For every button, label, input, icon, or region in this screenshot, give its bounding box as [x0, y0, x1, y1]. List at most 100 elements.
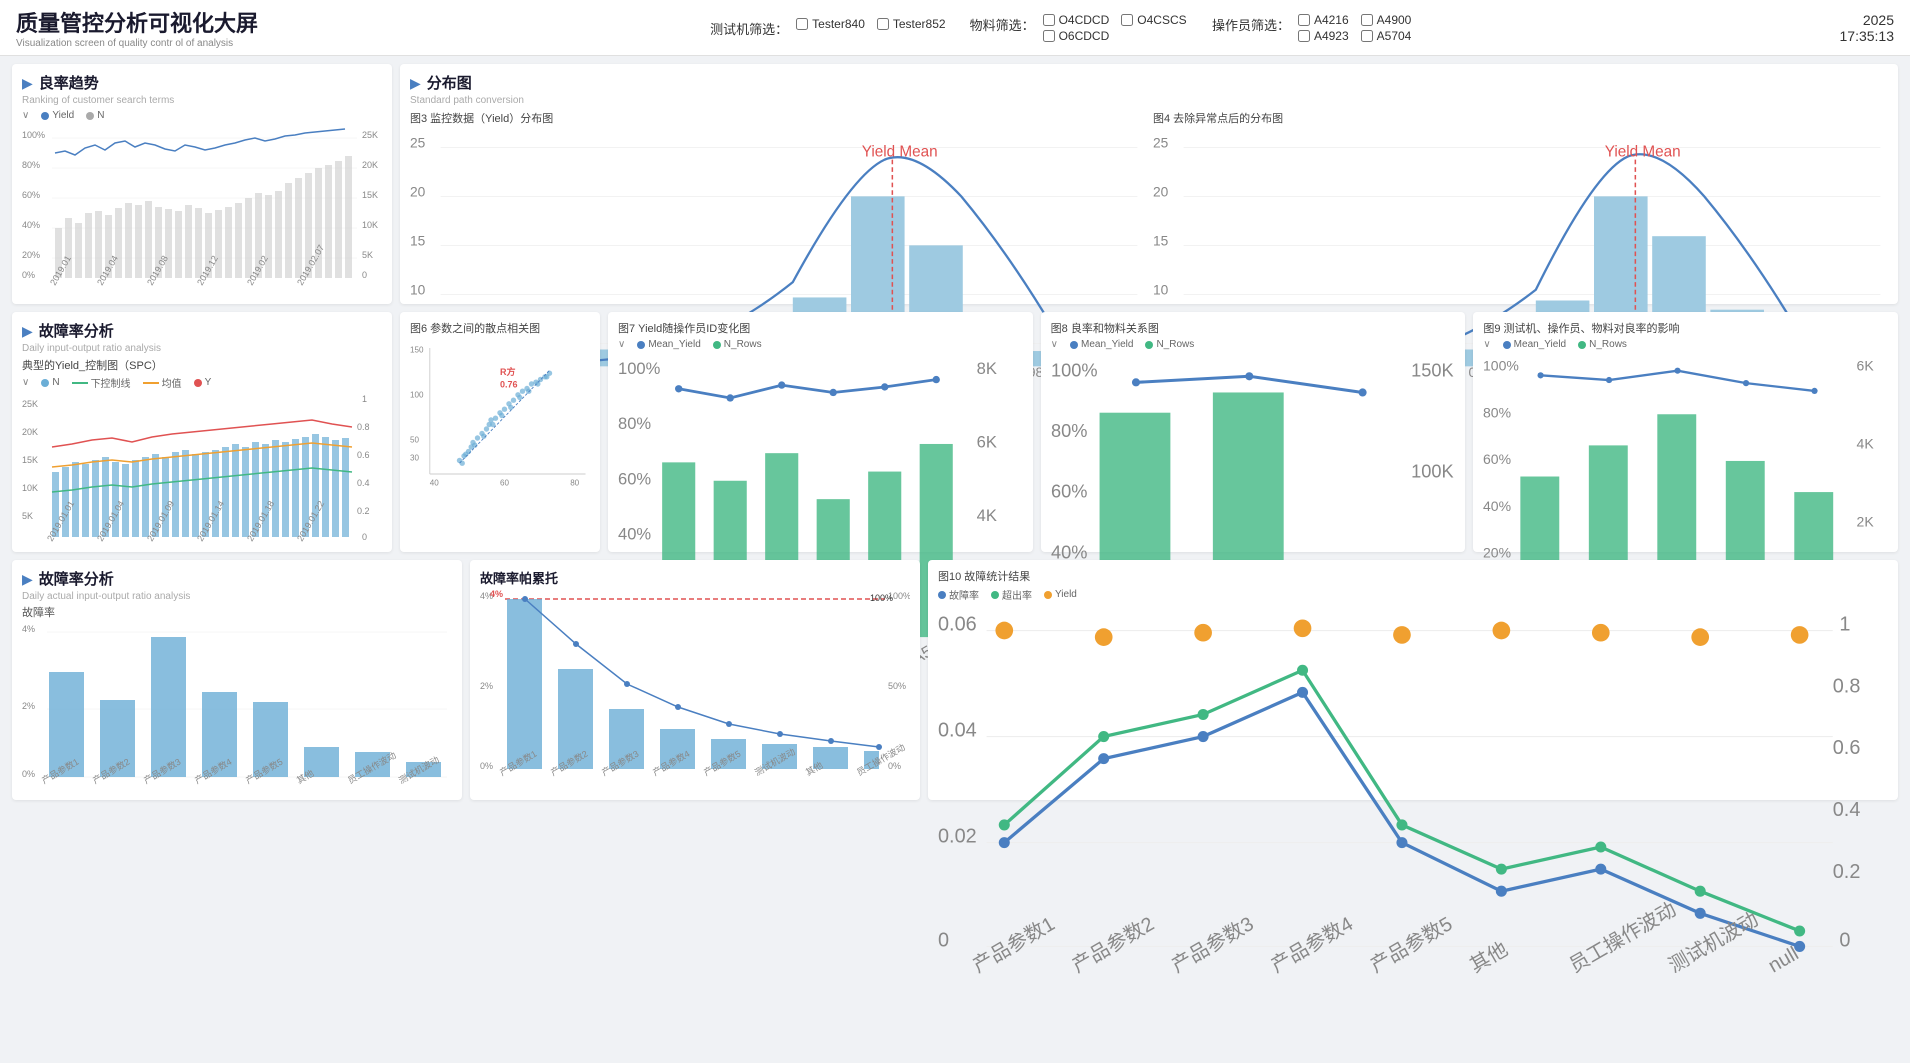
svg-text:80: 80: [570, 479, 579, 488]
fig4-title: 图4 去除异常点后的分布图: [1153, 110, 1888, 126]
mat-yield-title: 图8 良率和物料关系图: [1051, 320, 1456, 336]
fig10-svg: 0.06 0.04 0.02 0 1 0.8 0.6 0.4 0.2 0: [938, 604, 1888, 1024]
svg-text:1: 1: [362, 394, 367, 404]
spc-n-dot: [41, 379, 49, 387]
spc-mean-line: [143, 382, 159, 384]
svg-text:40%: 40%: [1483, 498, 1511, 514]
operator-checkbox-1[interactable]: [1298, 14, 1310, 26]
svg-text:2019.01.14: 2019.01.14: [195, 499, 226, 543]
mat-yield-legend: ∨ Mean_Yield N_Rows: [1051, 339, 1456, 350]
combined-yield-panel: 图9 测试机、操作员、物料对良率的影响 ∨ Mean_Yield N_Rows …: [1473, 312, 1898, 552]
material-checkbox-3[interactable]: [1043, 30, 1055, 42]
svg-text:0.6: 0.6: [357, 450, 370, 460]
svg-text:0.6: 0.6: [1833, 737, 1861, 759]
yield-trend-chart: 100% 80% 60% 40% 20% 0% 25K 20K 15K 10K …: [22, 123, 382, 288]
svg-text:4K: 4K: [977, 506, 997, 525]
svg-text:4K: 4K: [1857, 435, 1875, 451]
svg-text:50: 50: [410, 436, 419, 445]
svg-text:60%: 60%: [1051, 482, 1087, 502]
tester-checkbox-2[interactable]: [877, 18, 889, 30]
material-option-1[interactable]: O4CDCD: [1043, 13, 1110, 27]
svg-text:2019.01.18: 2019.01.18: [245, 499, 276, 543]
material-checkbox-2[interactable]: [1121, 14, 1133, 26]
fig10-title: 图10 故障统计结果: [938, 568, 1888, 584]
svg-text:产品参数3: 产品参数3: [1168, 913, 1257, 977]
row-3: ▶ 故障率分析 Daily actual input-output ratio …: [12, 560, 1898, 800]
svg-text:8K: 8K: [977, 359, 997, 378]
spc-legend-lower: 下控制线: [72, 375, 131, 390]
operator-checkbox-2[interactable]: [1361, 14, 1373, 26]
svg-text:15: 15: [1153, 233, 1169, 248]
svg-text:0%: 0%: [22, 270, 35, 280]
tester-checkbox-1[interactable]: [796, 18, 808, 30]
operator-filter: 操作员筛选： A4216 A4900 A4923 A5704: [1212, 13, 1411, 43]
svg-text:20K: 20K: [362, 160, 378, 170]
spc-chart: 25K 20K 15K 10K 5K 1 0.8 0.6 0.4 0.2 0: [22, 392, 382, 547]
fig10-exceed-legend: 超出率: [991, 587, 1032, 602]
scatter-title: 图6 参数之间的散点相关图: [410, 320, 590, 336]
svg-text:2K: 2K: [1857, 513, 1875, 529]
tester-options: Tester840 Tester852: [796, 17, 945, 31]
op-yield-legend: ∨ Mean_Yield N_Rows: [618, 339, 1023, 350]
material-checkbox-1[interactable]: [1043, 14, 1055, 26]
op-dropdown[interactable]: ∨: [618, 339, 625, 350]
legend-yield-label: Yield: [52, 110, 74, 121]
svg-text:10: 10: [410, 282, 426, 297]
scatter-panel: 图6 参数之间的散点相关图 150 100 50 30 40 60 80: [400, 312, 600, 552]
fault-icon-2: ▶: [22, 571, 33, 588]
material-option-3[interactable]: O6CDCD: [1043, 29, 1110, 43]
mat-n-dot: [1145, 341, 1153, 349]
fault-title-1: 故障率分析: [39, 320, 114, 341]
tester-option-1[interactable]: Tester840: [796, 17, 865, 31]
material-filter: 物料筛选： O4CDCD O4CSCS O6CDCD: [970, 13, 1188, 43]
svg-text:50%: 50%: [888, 681, 906, 691]
op-yield-title: 图7 Yield随操作员ID变化图: [618, 320, 1023, 336]
fig10-legend: 故障率 超出率 Yield: [938, 587, 1888, 602]
svg-text:员工操作波动: 员工操作波动: [1566, 899, 1680, 978]
svg-text:20K: 20K: [22, 427, 38, 437]
svg-text:10K: 10K: [362, 220, 378, 230]
spc-dropdown[interactable]: ∨: [22, 377, 29, 388]
fig3-title: 图3 监控数据（Yield）分布图: [410, 110, 1145, 126]
combined-dropdown[interactable]: ∨: [1483, 339, 1490, 350]
legend-dropdown[interactable]: ∨: [22, 110, 29, 121]
svg-text:0.8: 0.8: [357, 422, 370, 432]
svg-text:20%: 20%: [22, 250, 40, 260]
fig4-block: 图4 去除异常点后的分布图 25 20 15 10 5 0: [1153, 110, 1888, 295]
svg-text:40: 40: [430, 479, 439, 488]
operator-yield-panel: 图7 Yield随操作员ID变化图 ∨ Mean_Yield N_Rows 10…: [608, 312, 1033, 552]
header: 质量管控分析可视化大屏 Visualization screen of qual…: [0, 0, 1910, 56]
date-display: 2025: [1840, 12, 1895, 28]
operator-checkbox-3[interactable]: [1298, 30, 1310, 42]
r-value-label: 0.76: [500, 380, 518, 390]
operator-checkbox-4[interactable]: [1361, 30, 1373, 42]
operator-option-1[interactable]: A4216: [1298, 13, 1349, 27]
dist-title: 分布图: [427, 72, 472, 93]
material-option-2[interactable]: O4CSCS: [1121, 13, 1188, 27]
mat-mean-legend: Mean_Yield: [1070, 339, 1133, 350]
operator-option-2[interactable]: A4900: [1361, 13, 1412, 27]
legend-n-label: N: [97, 110, 104, 121]
svg-text:2019.01.01: 2019.01.01: [45, 499, 76, 543]
operator-options: A4216 A4900 A4923 A5704: [1298, 13, 1411, 43]
header-filters: 测试机筛选： Tester840 Tester852 物料筛选： O4CDCD …: [282, 13, 1839, 43]
mat-dropdown[interactable]: ∨: [1051, 339, 1058, 350]
tester-option-2[interactable]: Tester852: [877, 17, 946, 31]
svg-text:80%: 80%: [1051, 421, 1087, 441]
svg-text:10: 10: [1153, 282, 1169, 297]
svg-text:0: 0: [1839, 929, 1850, 951]
combined-n-legend: N_Rows: [1578, 339, 1627, 350]
svg-text:0: 0: [362, 532, 367, 542]
main-title: 质量管控分析可视化大屏: [16, 6, 258, 38]
svg-text:100K: 100K: [1411, 461, 1453, 481]
svg-text:0.8: 0.8: [1833, 675, 1861, 697]
svg-text:80%: 80%: [22, 160, 40, 170]
operator-option-4[interactable]: A5704: [1361, 29, 1412, 43]
scatter-chart: 150 100 50 30 40 60 80 R方 0.76: [410, 339, 590, 529]
svg-text:产品参数1: 产品参数1: [969, 913, 1058, 977]
operator-option-3[interactable]: A4923: [1298, 29, 1349, 43]
svg-text:100%: 100%: [870, 593, 893, 603]
svg-text:40%: 40%: [22, 220, 40, 230]
svg-text:0: 0: [362, 270, 367, 280]
material-yield-panel: 图8 良率和物料关系图 ∨ Mean_Yield N_Rows 100% 80%…: [1041, 312, 1466, 552]
